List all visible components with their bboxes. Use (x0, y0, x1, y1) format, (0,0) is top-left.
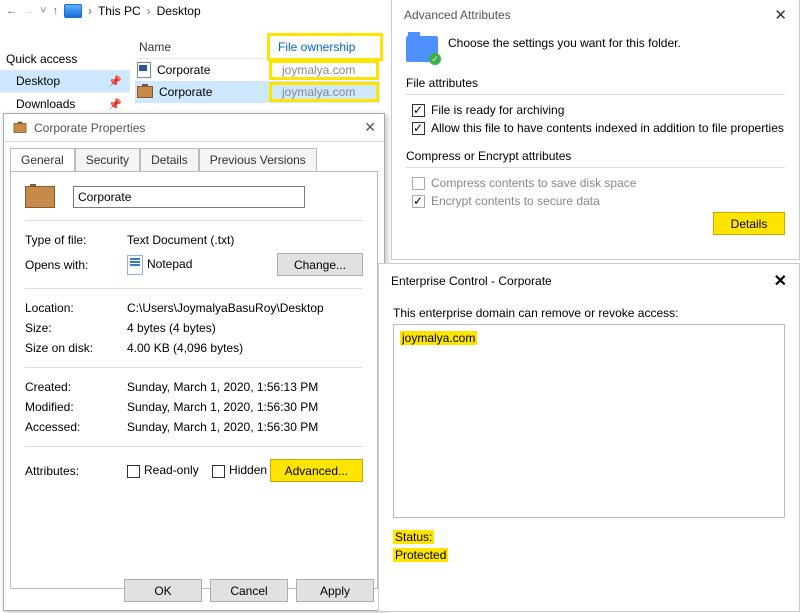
compress-label: Compress contents to save disk space (431, 176, 636, 190)
status-value: Protected (393, 548, 448, 562)
size-on-disk-value: 4.00 KB (4,096 bytes) (127, 341, 363, 355)
tab-previous-versions[interactable]: Previous Versions (199, 148, 317, 171)
attributes-label: Attributes: (25, 464, 127, 478)
ok-button[interactable]: OK (124, 579, 202, 602)
back-icon[interactable]: ← (6, 5, 17, 17)
close-icon[interactable]: ✕ (774, 271, 787, 291)
advanced-titlebar[interactable]: Advanced Attributes ✕ (392, 0, 799, 30)
folder-settings-icon (406, 36, 438, 62)
opens-with-label: Opens with: (25, 258, 127, 272)
breadcrumb: ← → ˅ ↑ › This PC › Desktop (0, 4, 201, 18)
advanced-prompt: Choose the settings you want for this fo… (448, 36, 681, 50)
this-pc-icon (64, 4, 82, 18)
forward-icon[interactable]: → (23, 5, 34, 17)
indexing-checkbox[interactable] (412, 122, 425, 135)
compress-checkbox (412, 177, 425, 190)
size-label: Size: (25, 321, 127, 335)
enterprise-titlebar[interactable]: Enterprise Control - Corporate ✕ (379, 264, 799, 298)
archiving-label: File is ready for archiving (431, 103, 564, 117)
sidebar-item-downloads[interactable]: Downloads 📌 (0, 92, 130, 115)
modified-value: Sunday, March 1, 2020, 1:56:30 PM (127, 400, 363, 414)
file-attributes-group: File attributes (406, 76, 785, 90)
apply-button[interactable]: Apply (296, 579, 374, 602)
tab-general[interactable]: General (10, 148, 75, 171)
properties-dialog: Corporate Properties ✕ General Security … (3, 113, 385, 611)
properties-titlebar[interactable]: Corporate Properties ✕ (4, 114, 384, 142)
close-icon[interactable]: ✕ (774, 6, 787, 24)
dialog-title: Advanced Attributes (404, 8, 511, 22)
sidebar: Quick access Desktop 📌 Downloads 📌 (0, 48, 130, 115)
sidebar-item-desktop[interactable]: Desktop 📌 (0, 70, 130, 92)
opens-with-value: Notepad (127, 255, 277, 275)
chevron-right-icon: › (88, 4, 92, 18)
word-document-icon (137, 62, 151, 78)
encrypt-checkbox (412, 195, 425, 208)
recent-dropdown-icon[interactable]: ˅ (40, 5, 46, 17)
modified-label: Modified: (25, 400, 127, 414)
archiving-checkbox[interactable] (412, 104, 425, 117)
attributes-value: Read-only Hidden (127, 463, 270, 477)
tabs: General Security Details Previous Versio… (4, 142, 384, 171)
enterprise-domain: joymalya.com (400, 331, 477, 345)
readonly-checkbox[interactable] (127, 465, 140, 478)
briefcase-icon (137, 86, 153, 98)
location-value: C:\Users\JoymalyaBasuRoy\Desktop (127, 301, 363, 315)
cancel-button[interactable]: Cancel (210, 579, 288, 602)
location-label: Location: (25, 301, 127, 315)
quick-access-header[interactable]: Quick access (0, 48, 130, 70)
file-row[interactable]: Corporate joymalya.com (135, 81, 380, 103)
notepad-icon (127, 255, 143, 275)
file-row[interactable]: Corporate joymalya.com (135, 59, 380, 81)
pin-icon: 📌 (108, 75, 122, 88)
up-icon[interactable]: ↑ (52, 5, 58, 17)
created-label: Created: (25, 380, 127, 394)
enterprise-control-dialog: Enterprise Control - Corporate ✕ This en… (378, 263, 800, 612)
enterprise-message: This enterprise domain can remove or rev… (393, 306, 785, 320)
accessed-value: Sunday, March 1, 2020, 1:56:30 PM (127, 420, 363, 434)
hidden-checkbox[interactable] (212, 465, 225, 478)
file-name: Corporate (159, 85, 212, 99)
type-value: Text Document (.txt) (127, 233, 363, 247)
chevron-right-icon: › (147, 4, 151, 18)
indexing-label: Allow this file to have contents indexed… (431, 121, 784, 135)
details-button[interactable]: Details (713, 212, 785, 235)
size-on-disk-label: Size on disk: (25, 341, 127, 355)
accessed-label: Accessed: (25, 420, 127, 434)
dialog-buttons: OK Cancel Apply (124, 579, 374, 602)
dialog-title: Corporate Properties (34, 121, 145, 135)
column-name[interactable]: Name (135, 36, 270, 58)
status-label: Status: (393, 530, 434, 544)
change-button[interactable]: Change... (277, 253, 363, 276)
close-icon[interactable]: ✕ (364, 119, 376, 136)
created-value: Sunday, March 1, 2020, 1:56:13 PM (127, 380, 363, 394)
breadcrumb-folder[interactable]: Desktop (157, 4, 201, 18)
tab-security[interactable]: Security (75, 148, 140, 171)
briefcase-icon (14, 123, 27, 133)
column-headers: Name File ownership (135, 36, 380, 59)
advanced-attributes-dialog: Advanced Attributes ✕ Choose the setting… (391, 0, 800, 260)
file-ownership: joymalya.com (272, 63, 376, 77)
tab-details[interactable]: Details (140, 148, 199, 171)
column-file-ownership[interactable]: File ownership (270, 36, 380, 58)
enterprise-domain-list[interactable]: joymalya.com (393, 324, 785, 518)
filename-input[interactable] (73, 186, 305, 208)
briefcase-icon (25, 186, 55, 208)
file-ownership: joymalya.com (272, 85, 376, 99)
pin-icon: 📌 (108, 98, 122, 111)
advanced-button[interactable]: Advanced... (270, 459, 363, 482)
type-label: Type of file: (25, 233, 127, 247)
file-name: Corporate (157, 63, 210, 77)
sidebar-item-label: Desktop (16, 74, 60, 88)
file-list: Name File ownership Corporate joymalya.c… (135, 36, 380, 103)
size-value: 4 bytes (4 bytes) (127, 321, 363, 335)
tab-body: Type of file:Text Document (.txt) Opens … (10, 171, 378, 589)
breadcrumb-pc[interactable]: This PC (98, 4, 141, 18)
encrypt-label: Encrypt contents to secure data (431, 194, 600, 208)
sidebar-item-label: Downloads (16, 97, 75, 111)
compress-encrypt-group: Compress or Encrypt attributes (406, 149, 785, 163)
dialog-title: Enterprise Control - Corporate (391, 274, 552, 288)
